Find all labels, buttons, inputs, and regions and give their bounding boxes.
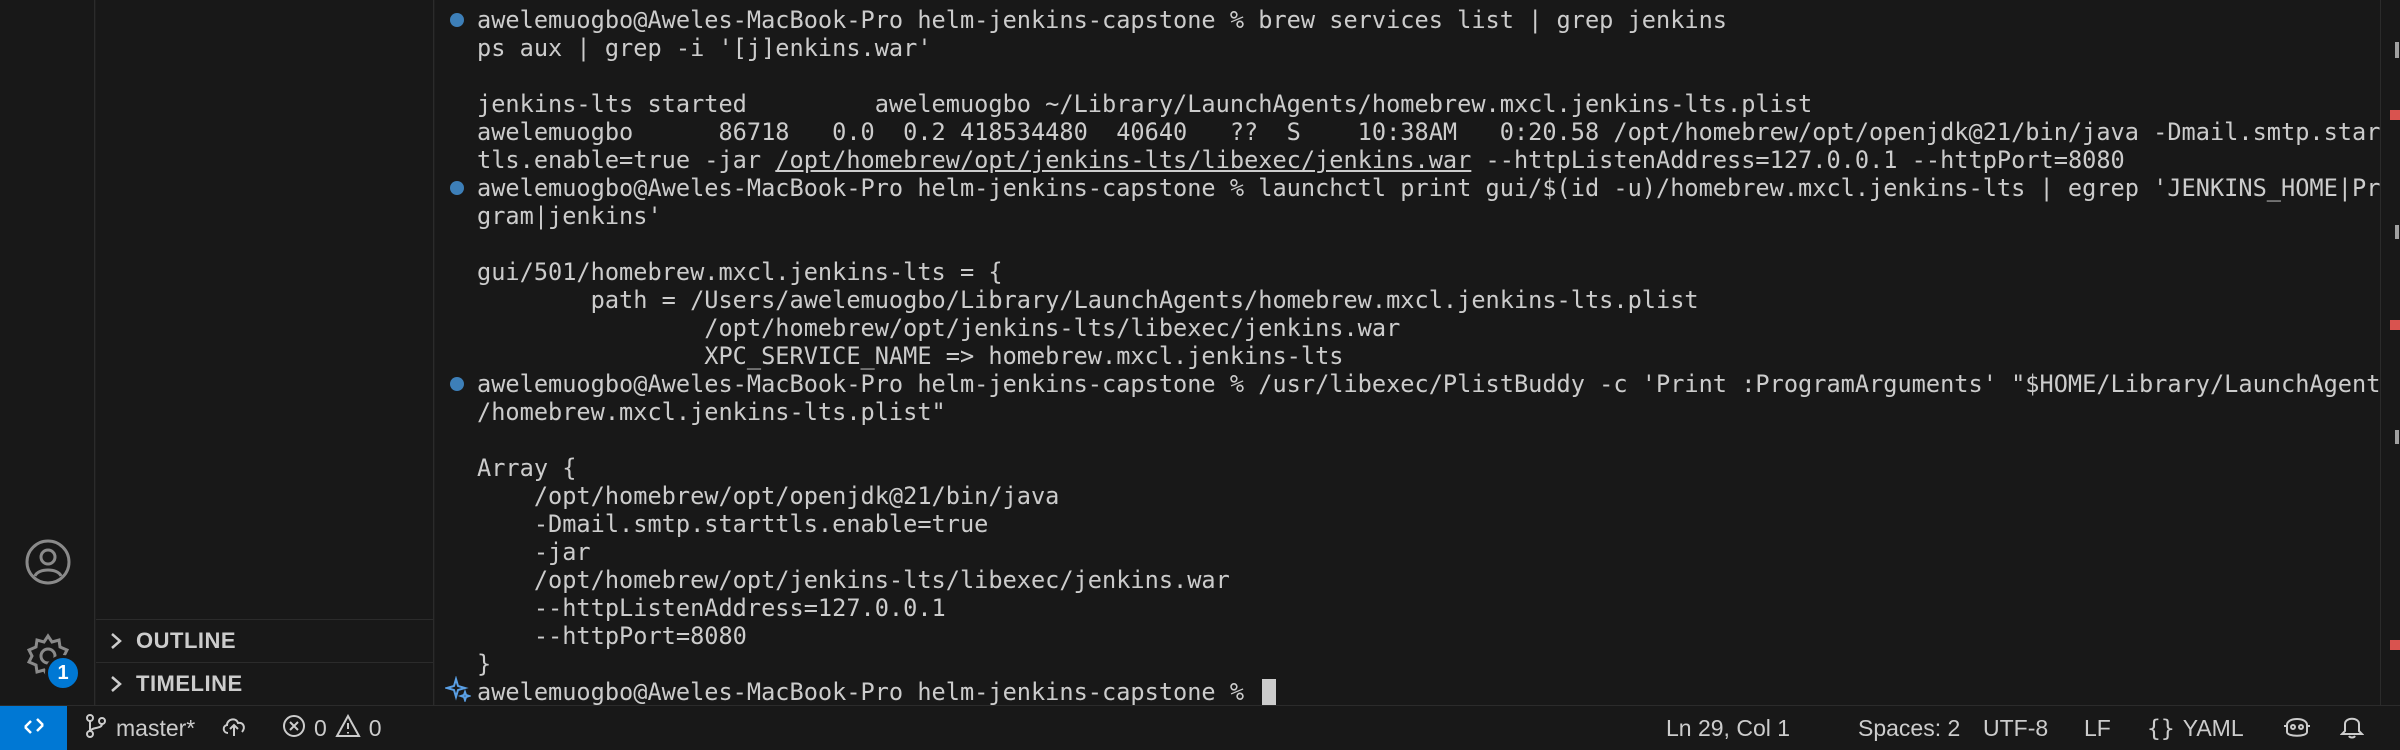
outline-section-label: OUTLINE bbox=[136, 627, 237, 653]
terminal-line: -jar bbox=[477, 538, 591, 566]
terminal-line: awelemuogbo 86718 0.0 0.2 418534480 4064… bbox=[477, 118, 2395, 146]
terminal-text: tls.enable=true -jar bbox=[477, 146, 776, 174]
terminal-line: awelemuogbo@Aweles-MacBook-Pro helm-jenk… bbox=[477, 174, 2395, 202]
timeline-section-header[interactable]: TIMELINE bbox=[96, 662, 434, 704]
terminal-line: XPC_SERVICE_NAME => homebrew.mxcl.jenkin… bbox=[477, 342, 1344, 370]
terminal-line: jenkins-lts started awelemuogbo ~/Librar… bbox=[477, 90, 1813, 118]
error-icon bbox=[282, 714, 306, 744]
notifications-button[interactable] bbox=[2339, 706, 2365, 750]
indentation-selector[interactable]: Spaces: 2 bbox=[1858, 706, 1960, 750]
terminal-prompt-line[interactable]: awelemuogbo@Aweles-MacBook-Pro helm-jenk… bbox=[477, 678, 1277, 706]
accounts-icon[interactable] bbox=[22, 536, 74, 588]
overview-ruler-mark bbox=[2390, 110, 2400, 120]
overview-ruler-mark bbox=[2395, 430, 2399, 444]
terminal-cursor bbox=[1262, 679, 1277, 705]
encoding-selector[interactable]: UTF-8 bbox=[1983, 706, 2048, 750]
language-mode-label: YAML bbox=[2182, 715, 2244, 741]
terminal-line: awelemuogbo@Aweles-MacBook-Pro helm-jenk… bbox=[477, 6, 1728, 34]
warning-count: 0 bbox=[368, 715, 382, 741]
terminal-line: ps aux | grep -i '[j]enkins.war' bbox=[477, 34, 932, 62]
indentation-label: Spaces: 2 bbox=[1858, 715, 1961, 741]
terminal-text: --httpListenAddress=127.0.0.1 --httpPort… bbox=[1471, 146, 2125, 174]
activity-bar: 1 bbox=[0, 0, 95, 705]
cursor-position[interactable]: Ln 29, Col 1 bbox=[1666, 706, 1790, 750]
problems-indicator[interactable]: 0 0 bbox=[282, 706, 382, 750]
bell-icon bbox=[2339, 713, 2365, 745]
overview-ruler-mark bbox=[2395, 225, 2399, 239]
braces-icon: {} bbox=[2147, 715, 2175, 742]
line-ending-label: LF bbox=[2084, 715, 2111, 741]
terminal-line: /opt/homebrew/opt/jenkins-lts/libexec/je… bbox=[477, 314, 1401, 342]
timeline-section-label: TIMELINE bbox=[136, 670, 243, 696]
chevron-right-icon bbox=[96, 631, 136, 651]
copilot-icon bbox=[2282, 713, 2312, 745]
copilot-status-button[interactable] bbox=[2282, 706, 2312, 750]
terminal-file-link[interactable]: /opt/homebrew/opt/jenkins-lts/libexec/je… bbox=[775, 146, 1471, 174]
warning-icon bbox=[335, 713, 361, 744]
command-decoration[interactable] bbox=[450, 13, 464, 27]
language-mode-selector[interactable]: {} YAML bbox=[2147, 706, 2244, 750]
source-control-branch-icon bbox=[84, 713, 108, 745]
command-decoration[interactable] bbox=[450, 377, 464, 391]
error-count: 0 bbox=[314, 715, 327, 741]
remote-indicator[interactable] bbox=[0, 706, 67, 750]
sync-changes-button[interactable] bbox=[220, 706, 248, 750]
terminal-line: /opt/homebrew/opt/jenkins-lts/libexec/je… bbox=[477, 566, 1230, 594]
remote-icon bbox=[21, 713, 47, 745]
sparkle-icon[interactable] bbox=[443, 675, 473, 708]
command-decoration[interactable] bbox=[450, 181, 464, 195]
terminal-line: --httpPort=8080 bbox=[477, 622, 747, 650]
branch-name: master* bbox=[116, 715, 196, 741]
encoding-label: UTF-8 bbox=[1983, 715, 2049, 741]
line-ending-selector[interactable]: LF bbox=[2084, 706, 2111, 750]
terminal-line: --httpListenAddress=127.0.0.1 bbox=[477, 594, 946, 622]
terminal-line: path = /Users/awelemuogbo/Library/Launch… bbox=[477, 286, 1699, 314]
side-bar: OUTLINE TIMELINE bbox=[96, 0, 434, 705]
terminal-prompt: awelemuogbo@Aweles-MacBook-Pro helm-jenk… bbox=[477, 678, 1259, 706]
terminal-panel[interactable]: awelemuogbo@Aweles-MacBook-Pro helm-jenk… bbox=[435, 0, 2395, 708]
cursor-position-label: Ln 29, Col 1 bbox=[1666, 715, 1791, 741]
outline-section-header[interactable]: OUTLINE bbox=[96, 619, 434, 661]
terminal-line: -Dmail.smtp.starttls.enable=true bbox=[477, 510, 989, 538]
terminal-scrollbar[interactable] bbox=[2380, 0, 2400, 705]
terminal-line: /opt/homebrew/opt/openjdk@21/bin/java bbox=[477, 482, 1060, 510]
overview-ruler-mark bbox=[2390, 640, 2400, 650]
terminal-line: gui/501/homebrew.mxcl.jenkins-lts = { bbox=[477, 258, 1003, 286]
terminal-line: tls.enable=true -jar /opt/homebrew/opt/j… bbox=[477, 146, 2125, 174]
chevron-right-icon bbox=[96, 674, 136, 694]
terminal-line: awelemuogbo@Aweles-MacBook-Pro helm-jenk… bbox=[477, 370, 2395, 398]
terminal-line: gram|jenkins' bbox=[477, 202, 662, 230]
settings-badge: 1 bbox=[45, 655, 81, 691]
terminal-line: /homebrew.mxcl.jenkins-lts.plist" bbox=[477, 398, 946, 426]
overview-ruler-mark bbox=[2390, 320, 2400, 330]
terminal-line: Array { bbox=[477, 454, 577, 482]
branch-indicator[interactable]: master* bbox=[84, 706, 195, 750]
overview-ruler-mark bbox=[2395, 42, 2399, 58]
terminal-line: } bbox=[477, 650, 492, 678]
cloud-upload-icon bbox=[220, 714, 248, 744]
status-bar: master* 0 0 Ln 29, Col 1 Spaces: 2 UTF-8 bbox=[0, 705, 2400, 750]
